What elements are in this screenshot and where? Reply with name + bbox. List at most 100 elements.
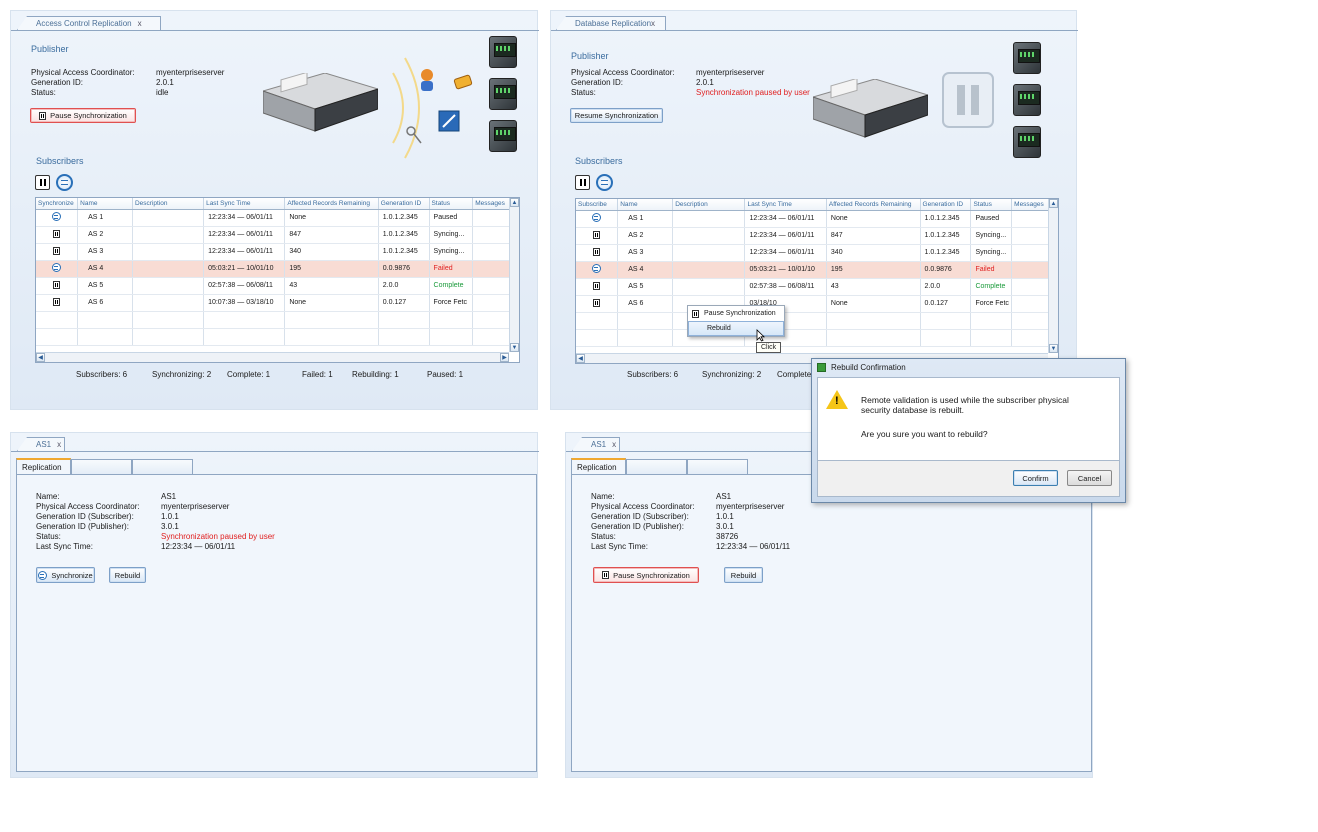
column-header[interactable]: Last Sync Time [203, 198, 286, 210]
pause-synchronization-button[interactable]: Pause Synchronization [30, 108, 136, 123]
tab-replication[interactable]: Replication [16, 458, 71, 474]
column-header[interactable]: Description [672, 199, 746, 211]
rebuild-button[interactable]: Rebuild [109, 567, 146, 583]
table-row[interactable]: AS 6 10:07:38 — 03/18/10 None 0.0.127 Force … [36, 294, 519, 312]
empty-row [36, 328, 519, 346]
column-header[interactable]: Generation ID [920, 199, 972, 211]
row-action-cell[interactable] [36, 294, 79, 312]
column-header[interactable]: Synchronize [36, 198, 79, 210]
scroll-up-icon[interactable]: ▲ [510, 198, 519, 207]
table-row[interactable]: AS 1 12:23:34 — 06/01/11 None 1.0.1.2.345 Pa… [36, 209, 519, 227]
column-header[interactable]: Affected Records Remaining [826, 199, 921, 211]
row-action-cell[interactable] [576, 295, 619, 313]
column-header[interactable]: Generation ID [378, 198, 430, 210]
row-action-cell[interactable] [576, 261, 619, 279]
pause-synchronization-button[interactable]: Pause Synchronization [593, 567, 699, 583]
cell-gen: 1.0.1.2.345 [378, 226, 430, 244]
pause-all-button[interactable] [35, 175, 50, 190]
tab-empty[interactable] [626, 459, 687, 474]
row-action-cell[interactable] [36, 226, 79, 244]
pause-icon[interactable] [593, 247, 601, 256]
scroll-up-icon[interactable]: ▲ [1049, 199, 1058, 208]
column-header[interactable]: Subscribe [576, 199, 619, 211]
tab-empty[interactable] [687, 459, 748, 474]
row-action-cell[interactable] [36, 209, 79, 227]
cell-records: 195 [826, 261, 921, 279]
table-row[interactable]: AS 5 02:57:38 — 06/08/11 43 2.0.0 Complete [36, 277, 519, 295]
tab-access-control-replication[interactable]: Access Control Replication x [17, 16, 161, 30]
sync-icon[interactable] [592, 264, 602, 273]
cell-time: 10:07:38 — 03/18/10 [203, 294, 286, 312]
pause-icon[interactable] [53, 246, 61, 255]
close-icon[interactable]: x [138, 19, 142, 28]
tab-as1[interactable]: AS1 x [572, 437, 620, 451]
sync-icon[interactable] [52, 212, 62, 221]
tab-replication[interactable]: Replication [571, 458, 626, 474]
cancel-button[interactable]: Cancel [1067, 470, 1112, 486]
confirm-button[interactable]: Confirm [1013, 470, 1058, 486]
column-header[interactable]: Name [617, 199, 674, 211]
replication-details: Name: AS1 Physical Access Coordinator: mye… [571, 474, 1092, 772]
stat-synchronizing: Synchronizing: 2 [702, 370, 762, 379]
scroll-left-icon[interactable]: ◀ [576, 354, 585, 363]
sync-icon[interactable] [52, 263, 62, 272]
close-icon[interactable]: x [57, 440, 61, 449]
row-action-cell[interactable] [36, 243, 79, 261]
table-row[interactable]: AS 4 05:03:21 — 10/01/10 195 0.0.9876 Failed [576, 261, 1058, 279]
close-icon[interactable]: x [651, 19, 655, 28]
scroll-left-icon[interactable]: ◀ [36, 353, 45, 362]
pause-icon[interactable] [53, 280, 61, 289]
scroll-down-icon[interactable]: ▼ [1049, 344, 1058, 353]
close-icon[interactable]: x [612, 440, 616, 449]
table-row[interactable]: AS 2 12:23:34 — 06/01/11 847 1.0.1.2.345 Syn… [576, 227, 1058, 245]
table-row[interactable]: AS 4 05:03:21 — 10/01/10 195 0.0.9876 Failed [36, 260, 519, 278]
scroll-right-icon[interactable]: ▶ [500, 353, 509, 362]
menu-item-pause-synchronization[interactable]: Pause Synchronization [688, 306, 784, 321]
table-row[interactable]: AS 3 12:23:34 — 06/01/11 340 1.0.1.2.345 Syn… [36, 243, 519, 261]
device-icon [1013, 42, 1041, 74]
column-header[interactable]: Description [132, 198, 205, 210]
column-header[interactable]: Status [429, 198, 474, 210]
column-header[interactable]: Affected Records Remaining [284, 198, 379, 210]
tab-database-replication[interactable]: Database Replicationx [556, 16, 666, 30]
pause-icon[interactable] [593, 298, 601, 307]
cell-time: 12:23:34 — 06/01/11 [203, 243, 286, 261]
pause-icon[interactable] [593, 281, 601, 290]
row-action-cell[interactable] [36, 277, 79, 295]
synchronize-button[interactable]: Synchronize [36, 567, 95, 583]
table-row[interactable]: AS 3 12:23:34 — 06/01/11 340 1.0.1.2.345 Syn… [576, 244, 1058, 262]
row-action-cell[interactable] [576, 278, 619, 296]
pause-icon[interactable] [593, 230, 601, 239]
dialog-titlebar[interactable]: Rebuild Confirmation [812, 359, 1125, 376]
row-action-cell[interactable] [36, 260, 79, 278]
row-action-cell[interactable] [576, 227, 619, 245]
synchronize-all-button[interactable] [56, 174, 73, 191]
column-header[interactable]: Last Sync Time [744, 199, 827, 211]
rebuild-button[interactable]: Rebuild [724, 567, 763, 583]
pause-icon[interactable] [53, 297, 61, 306]
menu-item-rebuild[interactable]: Rebuild [688, 321, 784, 336]
table-row[interactable]: AS 1 12:23:34 — 06/01/11 None 1.0.1.2.345 Pa… [576, 210, 1058, 228]
pause-all-button[interactable] [575, 175, 590, 190]
sync-icon[interactable] [592, 213, 602, 222]
table-header: Subscribe Name Description Last Sync Tim… [576, 199, 1058, 211]
vertical-scrollbar[interactable]: ▲ ▼ [509, 198, 519, 352]
resume-synchronization-button[interactable]: Resume Synchronization [570, 108, 663, 123]
synchronize-all-button[interactable] [596, 174, 613, 191]
pause-icon[interactable] [53, 229, 61, 238]
device-icon [1013, 126, 1041, 158]
vertical-scrollbar[interactable]: ▲ ▼ [1048, 199, 1058, 353]
stat-paused: Paused: 1 [427, 370, 464, 379]
tab-empty[interactable] [71, 459, 132, 474]
horizontal-scrollbar[interactable]: ◀ ▶ [36, 352, 509, 362]
scroll-down-icon[interactable]: ▼ [510, 343, 519, 352]
row-action-cell[interactable] [576, 210, 619, 228]
tab-as1[interactable]: AS1 x [17, 437, 65, 451]
column-header[interactable]: Status [970, 199, 1013, 211]
tab-empty[interactable] [132, 459, 193, 474]
table-row[interactable]: AS 5 02:57:38 — 06/08/11 43 2.0.0 Complete [576, 278, 1058, 296]
table-row[interactable]: AS 2 12:23:34 — 06/01/11 847 1.0.1.2.345 Syn… [36, 226, 519, 244]
column-header[interactable]: Name [77, 198, 133, 210]
row-action-cell[interactable] [576, 244, 619, 262]
table-row[interactable]: AS 6 03/18/10 None 0.0.127 Force Fetc [576, 295, 1058, 313]
